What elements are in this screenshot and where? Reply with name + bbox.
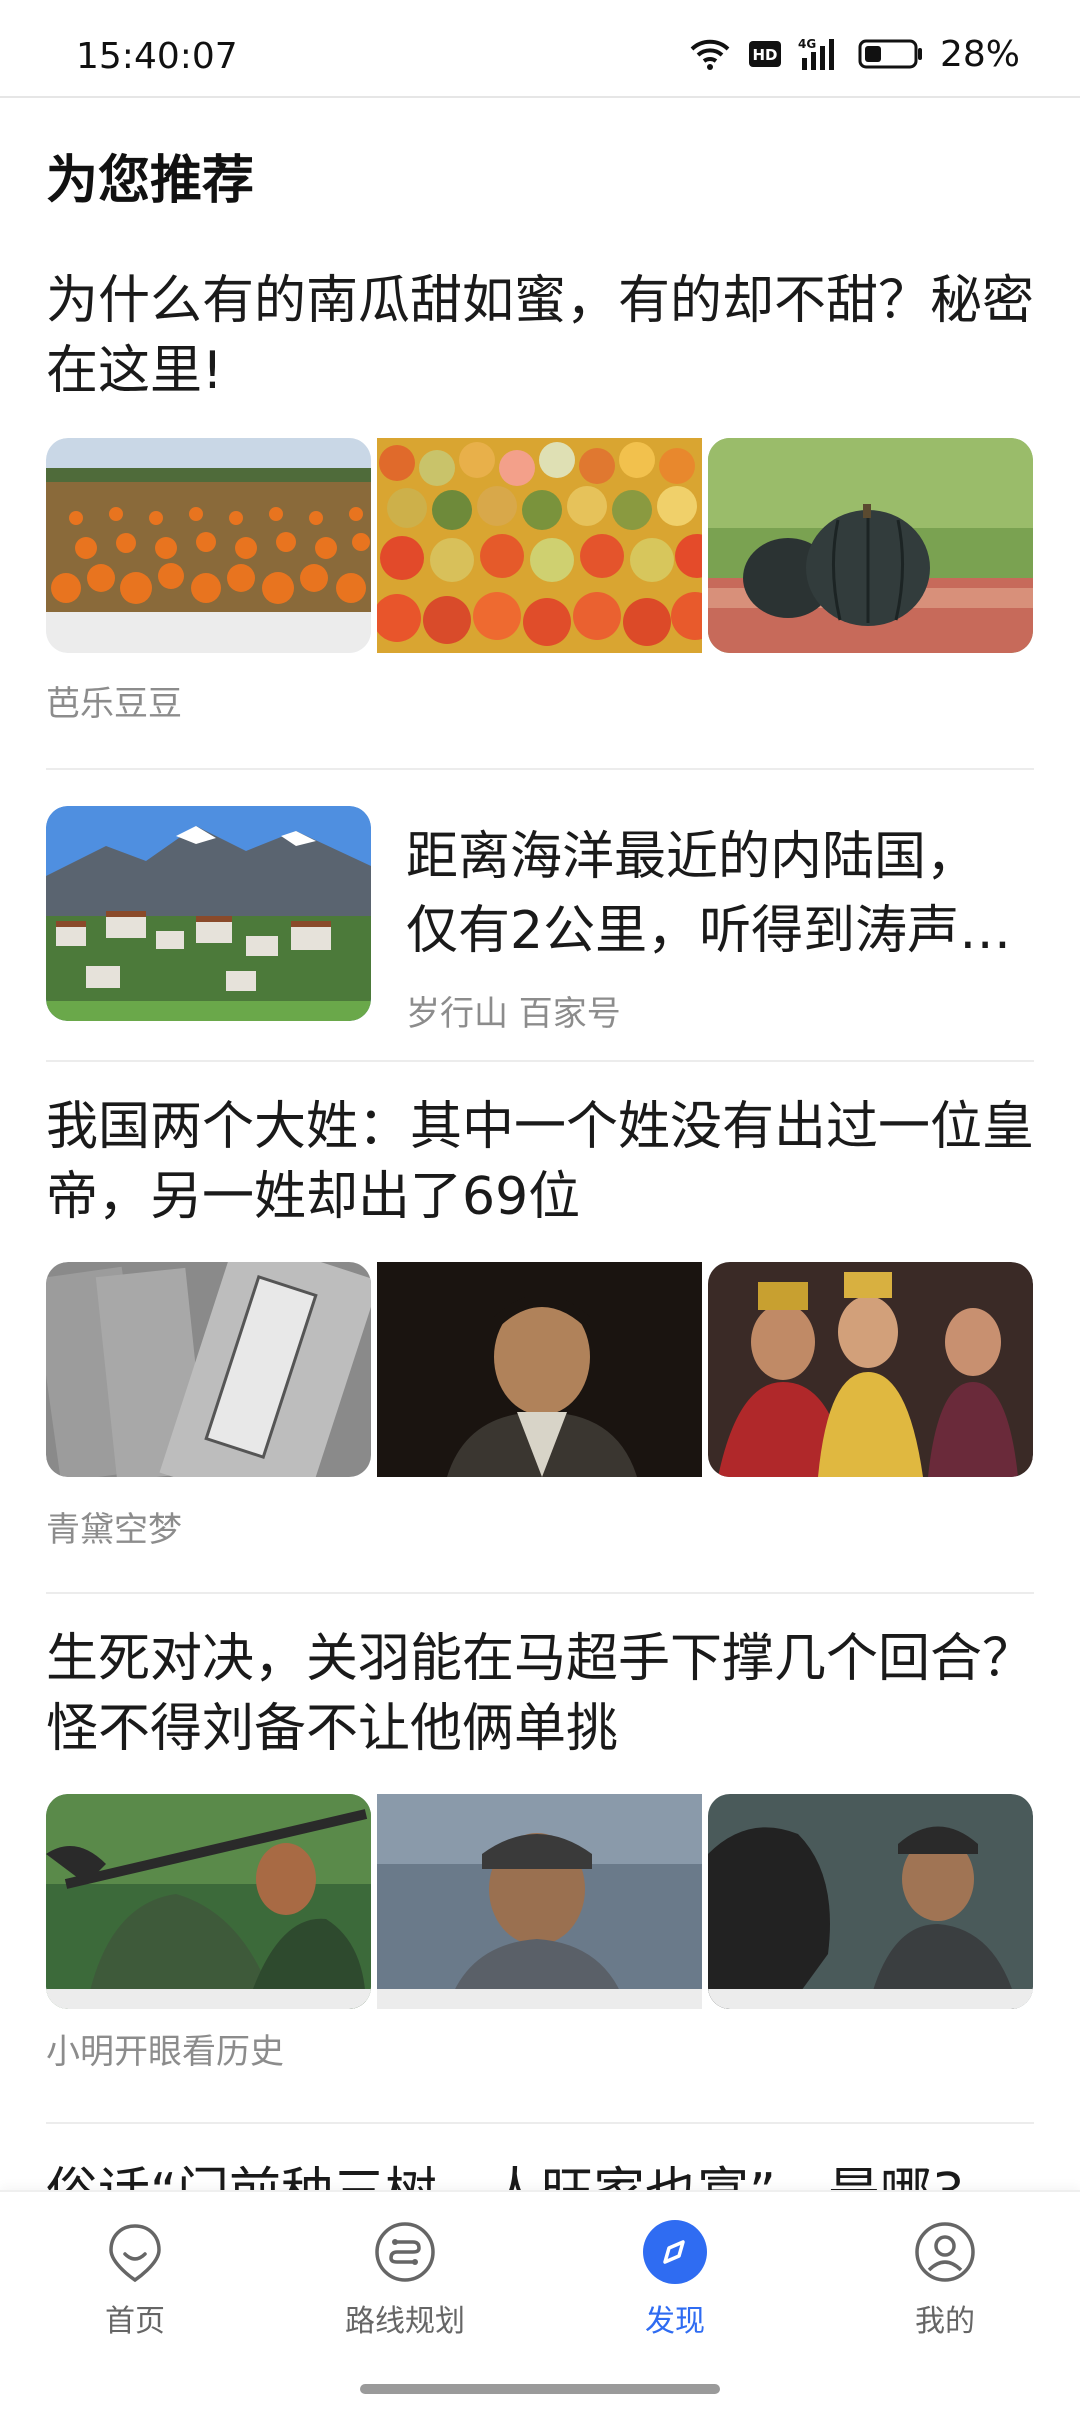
nav-label: 发现 [645,2304,705,2339]
route-icon [373,2220,437,2284]
guan-yu-battle-image[interactable] [46,1794,371,2009]
status-icons: HD 4G 28% [688,33,1020,75]
battery-icon [858,38,924,70]
article-card[interactable]: 距离海洋最近的内陆国，仅有2公里，听得到涛声… 岁行山 百家号 [406,820,1026,1035]
article-images [46,438,1033,653]
hd-icon: HD [748,39,782,69]
nav-label: 首页 [105,2304,165,2339]
genealogy-book-image[interactable] [46,1262,371,1477]
article-card[interactable]: 生死对决，关羽能在马超手下撑几个回合？怪不得刘备不让他俩单挑 小明开眼看历史 [46,1624,1034,2072]
article-card[interactable]: 我国两个大姓：其中一个姓没有出过一位皇帝，另一姓却出了69位 青黛空梦 [46,1092,1034,1550]
article-images [46,1262,1033,1477]
divider [46,2122,1034,2124]
nav-item-mine[interactable]: 我的 [845,2220,1045,2340]
svg-text:4G: 4G [798,37,816,51]
alpine-village-image[interactable] [46,806,371,1021]
article-title[interactable]: 我国两个大姓：其中一个姓没有出过一位皇帝，另一姓却出了69位 [46,1092,1034,1232]
section-title: 为您推荐 [46,151,255,211]
pumpkin-field-image[interactable] [46,438,371,653]
svg-text:HD: HD [752,46,777,64]
article-title[interactable]: 为什么有的南瓜甜如蜜，有的却不甜？秘密在这里! [46,266,1034,406]
home-icon [103,2220,167,2284]
article-source: 芭乐豆豆 [46,684,182,724]
nav-label: 路线规划 [345,2304,465,2339]
article-source: 小明开眼看历史 [46,2032,284,2072]
nav-label: 我的 [915,2304,975,2339]
nav-item-home[interactable]: 首页 [35,2220,235,2340]
article-title[interactable]: 生死对决，关羽能在马超手下撑几个回合？怪不得刘备不让他俩单挑 [46,1624,1034,1764]
divider [46,1060,1034,1062]
wifi-icon [688,37,732,71]
article-source: 青黛空梦 [46,1510,182,1550]
article-card[interactable]: 为什么有的南瓜甜如蜜，有的却不甜？秘密在这里! 芭乐豆豆 [46,266,1034,724]
signal-4g-icon: 4G [798,36,842,72]
black-pumpkins-image[interactable] [708,438,1033,653]
emperor-scene-image[interactable] [708,1262,1033,1477]
divider [46,768,1034,770]
article-images [46,1794,1033,2009]
article-source: 岁行山 百家号 [406,994,621,1034]
nav-item-discover[interactable]: 发现 [575,2220,775,2340]
compass-icon [643,2220,707,2284]
status-bar: 15:40:07 HD 4G 28% [0,0,1080,98]
home-indicator[interactable] [360,2384,720,2394]
divider [46,1592,1034,1594]
bottom-nav: 首页 路线规划 发现 我的 [0,2190,1080,2414]
pumpkin-pile-image[interactable] [377,438,702,653]
ancient-man-image[interactable] [377,1262,702,1477]
profile-icon [913,2220,977,2284]
nav-item-route[interactable]: 路线规划 [305,2220,505,2340]
warrior-portrait-image[interactable] [377,1794,702,2009]
article-title[interactable]: 距离海洋最近的内陆国，仅有2公里，听得到涛声… [406,820,1026,968]
battery-percentage: 28% [939,33,1020,75]
status-time: 15:40:07 [76,36,238,77]
warrior-on-horse-image[interactable] [708,1794,1033,2009]
